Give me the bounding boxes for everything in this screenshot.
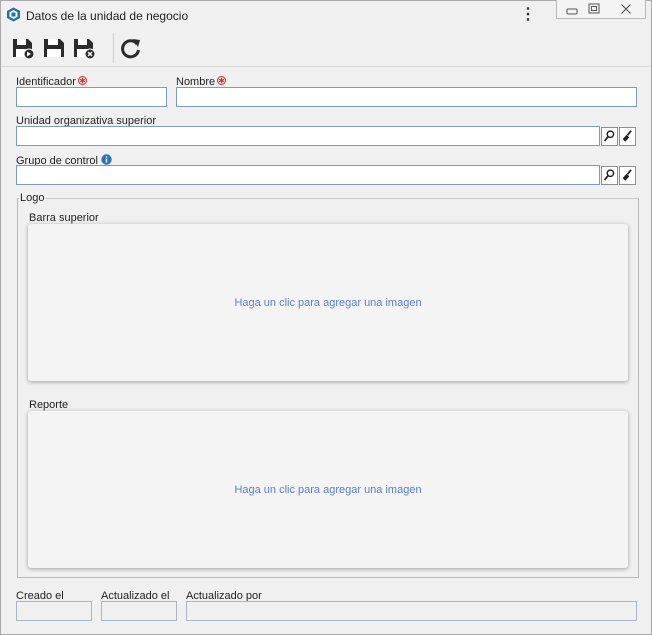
save-icon[interactable] [41, 35, 67, 61]
creado-field [16, 601, 92, 621]
reporte-label: Reporte [29, 399, 69, 411]
window-controls [556, 0, 646, 19]
clear-brush-icon[interactable] [619, 166, 636, 185]
restore-icon[interactable] [583, 2, 605, 16]
grupo-control-input[interactable] [16, 165, 600, 185]
toolbar [1, 29, 651, 67]
title-bar: Datos de la unidad de negocio ⋮ [1, 0, 651, 29]
minimize-icon[interactable] [561, 2, 583, 16]
app-logo-icon [7, 7, 20, 22]
search-icon[interactable] [601, 127, 618, 146]
save-and-close-icon[interactable] [71, 35, 97, 61]
refresh-icon[interactable] [118, 35, 144, 61]
more-options-icon[interactable]: ⋮ [520, 7, 536, 25]
identificador-input[interactable] [16, 87, 167, 107]
actualizado-field [101, 601, 177, 621]
save-and-new-icon[interactable] [10, 35, 36, 61]
actualizado-por-field [186, 601, 637, 621]
barra-superior-image-dropzone[interactable]: Haga un clic para agregar una imagen [28, 224, 628, 381]
nombre-input[interactable] [176, 87, 637, 107]
toolbar-separator [113, 33, 114, 63]
clear-brush-icon[interactable] [619, 127, 636, 146]
logo-legend: Logo [19, 192, 46, 204]
reporte-image-prompt[interactable]: Haga un clic para agregar una imagen [234, 484, 421, 496]
unidad-superior-input[interactable] [16, 126, 600, 146]
reporte-image-dropzone[interactable]: Haga un clic para agregar una imagen [28, 411, 628, 568]
window-title: Datos de la unidad de negocio [26, 9, 189, 23]
dialog-window: Datos de la unidad de negocio ⋮ Identifi… [0, 0, 652, 635]
barra-superior-label: Barra superior [29, 212, 99, 224]
required-icon [217, 76, 227, 85]
barra-superior-image-prompt[interactable]: Haga un clic para agregar una imagen [234, 297, 421, 309]
close-icon[interactable] [615, 2, 637, 16]
info-icon[interactable] [101, 154, 112, 165]
required-icon [77, 76, 87, 85]
search-icon[interactable] [601, 166, 618, 185]
